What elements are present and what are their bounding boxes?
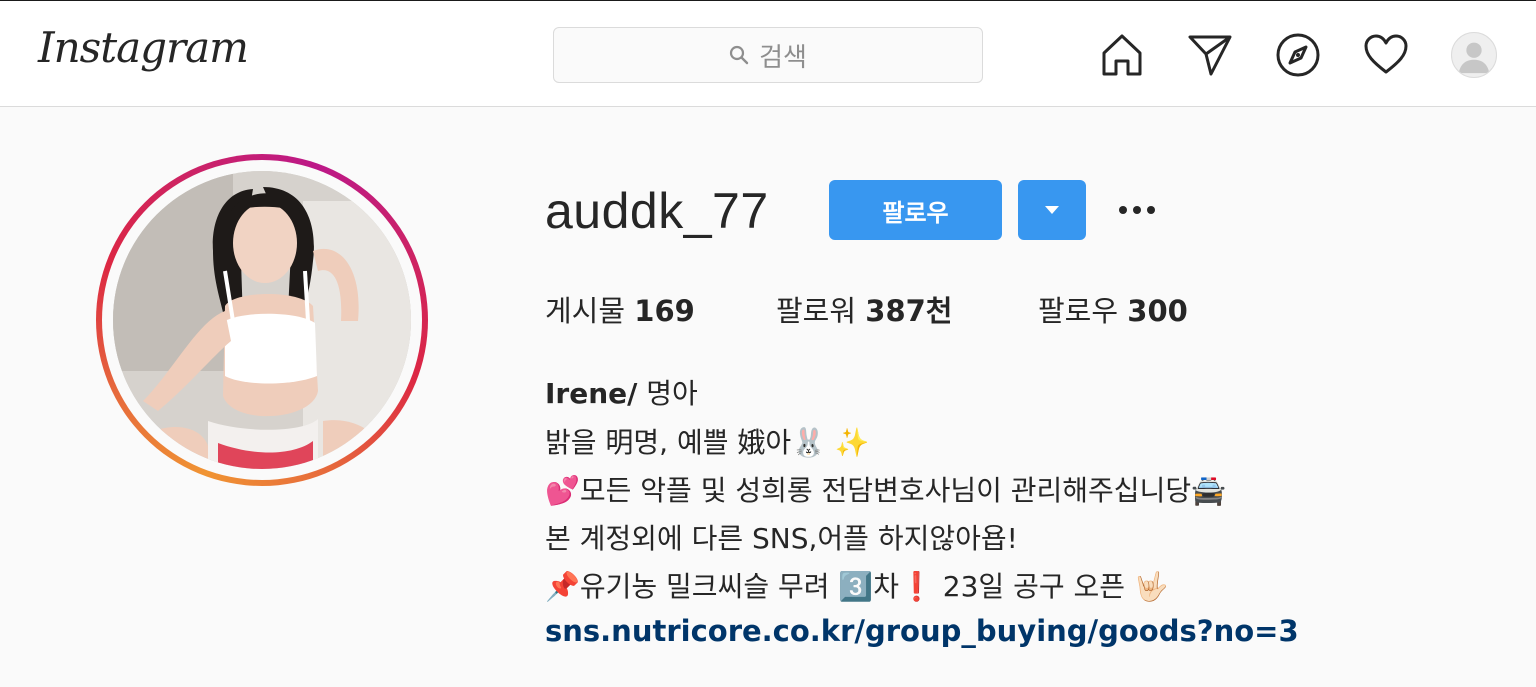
instagram-logo[interactable]: Instagram (38, 23, 249, 72)
triangle-down-icon (1045, 206, 1059, 214)
following-label: 팔로우 (1038, 294, 1119, 328)
bio-name-suffix: 명아 (637, 377, 698, 410)
posts-value: 169 (634, 294, 695, 328)
dot (1133, 206, 1141, 214)
direct-message-icon[interactable] (1187, 32, 1233, 78)
search-input[interactable]: 검색 (553, 27, 983, 83)
bio-line-4: 📌유기농 밀크씨슬 무려 3️⃣차❗️ 23일 공구 오픈 🤟🏻 (545, 570, 1169, 603)
posts-count: 게시물 169 (545, 288, 695, 330)
explore-compass-icon[interactable] (1275, 32, 1321, 78)
profile-photo[interactable] (113, 171, 411, 469)
bio-line-2: 💕모든 악플 및 성희롱 전담변호사님이 관리해주십니당🚔 (545, 474, 1226, 507)
following-count[interactable]: 팔로우 300 (1038, 288, 1188, 330)
suggested-accounts-dropdown-button[interactable] (1018, 180, 1086, 240)
bio-website-link[interactable]: sns.nutricore.co.kr/group_buying/goods?n… (545, 614, 1299, 648)
posts-label: 게시물 (545, 294, 626, 328)
bio-name: Irene/ 명아 (545, 372, 698, 412)
home-icon[interactable] (1099, 32, 1145, 78)
bio-line-1: 밝을 明명, 예쁠 娥아🐰 ✨ (545, 426, 870, 459)
profile-username: auddk_77 (545, 183, 769, 239)
activity-heart-icon[interactable] (1363, 32, 1409, 78)
top-navigation-bar: Instagram 검색 (0, 0, 1536, 107)
story-ring[interactable] (96, 154, 428, 486)
more-options-button[interactable] (1110, 195, 1164, 225)
search-placeholder: 검색 (759, 41, 807, 72)
followers-label: 팔로워 (776, 294, 857, 328)
dot (1119, 206, 1127, 214)
dot (1147, 206, 1155, 214)
bio-line-3: 본 계정외에 다른 SNS,어플 하지않아욥! (545, 522, 1018, 555)
followers-value: 387천 (865, 294, 953, 328)
profile-avatar-icon[interactable] (1451, 32, 1497, 78)
follow-button[interactable]: 팔로우 (829, 180, 1002, 240)
following-value: 300 (1127, 294, 1188, 328)
followers-count[interactable]: 팔로워 387천 (776, 288, 952, 330)
search-icon (729, 45, 749, 65)
bio-full-name: Irene/ (545, 377, 638, 410)
profile-photo-illustration (113, 171, 411, 469)
